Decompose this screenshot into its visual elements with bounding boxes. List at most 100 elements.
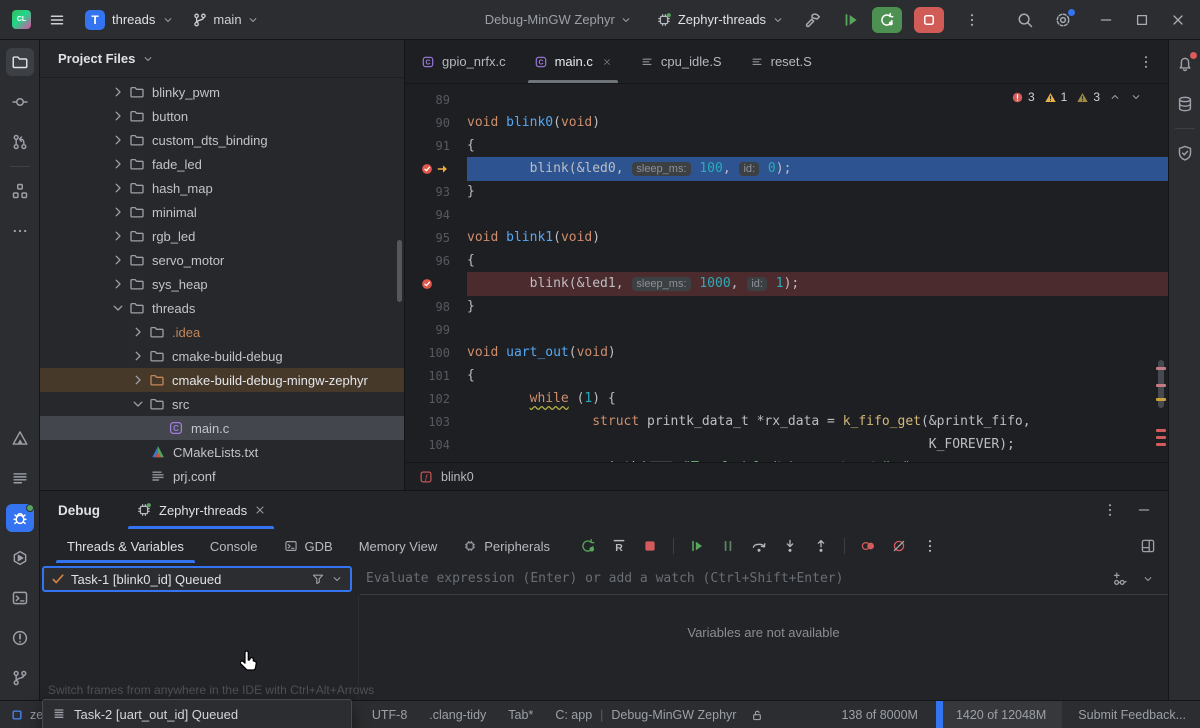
rail-debug-button[interactable]	[6, 504, 34, 532]
gutter-line-number[interactable]: 96	[405, 254, 467, 268]
errors-badge[interactable]: 3	[1011, 90, 1035, 104]
thread-selector-combobox[interactable]: Task-1 [blink0_id] Queued	[42, 566, 352, 592]
tab-zephyr-threads-session[interactable]: Zephyr-threads	[126, 491, 276, 529]
rail-terminal-button[interactable]	[6, 584, 34, 612]
stop-button[interactable]	[914, 7, 944, 33]
more-actions-icon[interactable]	[964, 12, 980, 28]
layout-settings-icon[interactable]	[1140, 538, 1156, 554]
gutter-line-number[interactable]: 99	[405, 323, 467, 337]
rail-pull-requests-button[interactable]	[6, 128, 34, 156]
tree-item-main-c[interactable]: Cmain.c	[40, 416, 404, 440]
gutter-line-number[interactable]: 94	[405, 208, 467, 222]
stripe-mark[interactable]	[1156, 367, 1166, 370]
kebab-button[interactable]	[919, 535, 941, 557]
rail-more-button[interactable]	[6, 217, 34, 245]
code-line-99[interactable]: 99	[405, 318, 1168, 341]
rail-shield-button[interactable]	[1171, 139, 1199, 167]
warnings-badge[interactable]: 1	[1044, 90, 1068, 104]
weak-warnings-badge[interactable]: 3	[1076, 90, 1100, 104]
evaluate-expression-input[interactable]: Evaluate expression (Enter) or add a wat…	[360, 563, 1168, 595]
prev-highlight-icon[interactable]	[1109, 91, 1121, 103]
code-line-92[interactable]: blink(&led0, sleep_ms: 100, id: 0);	[405, 157, 1168, 180]
tree-item-threads[interactable]: threads	[40, 296, 404, 320]
file-encoding[interactable]: UTF-8	[372, 708, 407, 722]
tree-item-cmake-build-debug-mingw-zephyr[interactable]: cmake-build-debug-mingw-zephyr	[40, 368, 404, 392]
project-panel-header[interactable]: Project Files	[40, 40, 404, 78]
editor-tab-gpio-nrfx-c[interactable]: Cgpio_nrfx.c	[407, 40, 520, 83]
tree-scrollbar[interactable]	[397, 240, 402, 302]
resume-program-icon[interactable]	[842, 11, 860, 29]
rerun-debug-button[interactable]	[872, 7, 902, 33]
stripe-mark[interactable]	[1156, 398, 1166, 401]
error-stripe[interactable]	[1154, 84, 1168, 462]
rail-commit-button[interactable]	[6, 88, 34, 116]
tree-item-sys-heap[interactable]: sys_heap	[40, 272, 404, 296]
stripe-mark[interactable]	[1156, 384, 1166, 387]
chevron-down-icon[interactable]	[331, 573, 343, 585]
gutter-line-number[interactable]: 104	[405, 438, 467, 452]
add-watch-icon[interactable]	[1112, 571, 1128, 587]
stop-sq-button[interactable]	[639, 535, 661, 557]
tree-item-minimal[interactable]: minimal	[40, 200, 404, 224]
branch-widget[interactable]: main	[192, 12, 258, 28]
editor-tab-cpu-idle-s[interactable]: cpu_idle.S	[626, 40, 736, 83]
close-tab-icon[interactable]	[254, 504, 266, 516]
gutter-line-number[interactable]: 105	[405, 461, 467, 463]
tree-item-button[interactable]: button	[40, 104, 404, 128]
unlocked-icon[interactable]	[750, 708, 764, 722]
debug-tab-memory-view[interactable]: Memory View	[346, 529, 451, 563]
resume-button[interactable]	[686, 535, 708, 557]
tree-item-fade-led[interactable]: fade_led	[40, 152, 404, 176]
tree-item-hash-map[interactable]: hash_map	[40, 176, 404, 200]
gutter-line-number[interactable]: 95	[405, 231, 467, 245]
rail-run-button[interactable]	[6, 544, 34, 572]
tree-item-servo-motor[interactable]: servo_motor	[40, 248, 404, 272]
code-line-95[interactable]: 95void blink1(void)	[405, 226, 1168, 249]
next-highlight-icon[interactable]	[1130, 91, 1142, 103]
tree-item-prj-conf[interactable]: prj.conf	[40, 464, 404, 488]
minimize-icon[interactable]	[1098, 12, 1114, 28]
mute-bp-button[interactable]	[888, 535, 910, 557]
gutter-breakpoint[interactable]	[405, 162, 467, 176]
gutter-line-number[interactable]: 90	[405, 116, 467, 130]
debug-tab-threads-variables[interactable]: Threads & Variables	[54, 529, 197, 563]
gutter-line-number[interactable]: 91	[405, 139, 467, 153]
gutter-line-number[interactable]: 103	[405, 415, 467, 429]
step-out-button[interactable]	[810, 535, 832, 557]
rail-problems-button[interactable]	[6, 624, 34, 652]
gutter-line-number[interactable]: 100	[405, 346, 467, 360]
stripe-mark[interactable]	[1156, 443, 1166, 446]
gutter-line-number[interactable]: 89	[405, 93, 467, 107]
code-line-91[interactable]: 91{	[405, 134, 1168, 157]
code-editor[interactable]: 89 90void blink0(void)91{ blink(&led0, sl…	[405, 84, 1168, 462]
chevron-down-icon[interactable]	[1142, 573, 1154, 585]
rail-git-button[interactable]	[6, 664, 34, 692]
gutter-line-number[interactable]: 101	[405, 369, 467, 383]
maximize-icon[interactable]	[1134, 12, 1150, 28]
tree-item-blinky-pwm[interactable]: blinky_pwm	[40, 80, 404, 104]
code-line-97[interactable]: blink(&led1, sleep_ms: 1000, id: 1);	[405, 272, 1168, 295]
pause-button[interactable]	[717, 535, 739, 557]
code-line-105[interactable]: 105 printk(fmt: "Toggled led%d; counter=…	[405, 456, 1168, 462]
code-line-102[interactable]: 102 while (1) {	[405, 387, 1168, 410]
close-icon[interactable]	[1170, 12, 1186, 28]
heap-indicator[interactable]: 138 of 8000M	[841, 708, 917, 722]
debug-options-icon[interactable]	[1102, 502, 1118, 518]
tree-item-src[interactable]: src	[40, 392, 404, 416]
debug-tab-peripherals[interactable]: Peripherals	[450, 529, 563, 563]
editor-tab-reset-s[interactable]: reset.S	[736, 40, 826, 83]
tree-item-custom-dts-binding[interactable]: custom_dts_binding	[40, 128, 404, 152]
editor-tab-main-c[interactable]: Cmain.c	[520, 40, 626, 83]
gutter-line-number[interactable]: 98	[405, 300, 467, 314]
tree-item-cmake-build-debug[interactable]: cmake-build-debug	[40, 344, 404, 368]
gutter-line-number[interactable]: 93	[405, 185, 467, 199]
tree-item--idea[interactable]: .idea	[40, 320, 404, 344]
restart-r-button[interactable]: R	[608, 535, 630, 557]
stripe-mark[interactable]	[1156, 429, 1166, 432]
code-line-93[interactable]: 93}	[405, 180, 1168, 203]
code-line-90[interactable]: 90void blink0(void)	[405, 111, 1168, 134]
linter-status[interactable]: .clang-tidy	[429, 708, 486, 722]
close-tab-icon[interactable]	[602, 57, 612, 67]
rail-notifications-button[interactable]	[1171, 50, 1199, 78]
main-menu-icon[interactable]	[49, 12, 65, 28]
